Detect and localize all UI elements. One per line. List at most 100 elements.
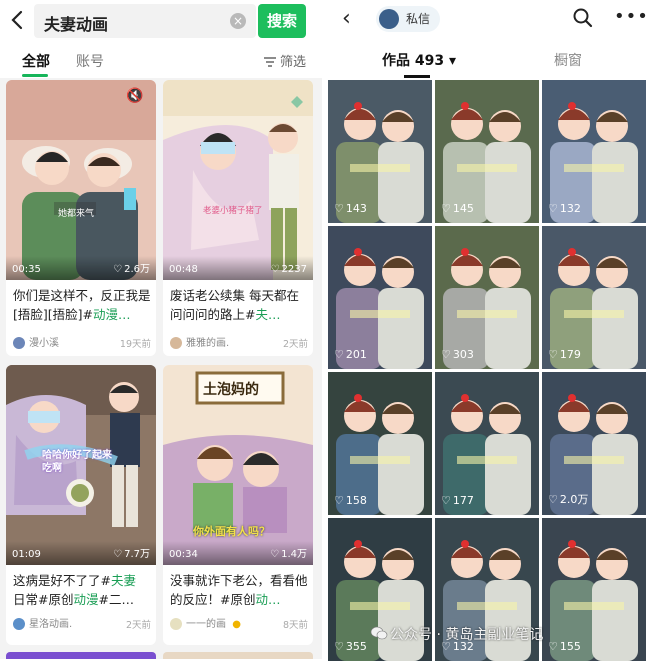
search-results-panel: 夫妻动画 × 搜索 全部 账号 筛选 她都来气 🔇 00:35 ♡ 2.6万 你…: [0, 0, 322, 659]
avatar: [379, 9, 399, 29]
work-thumbnail[interactable]: 179: [542, 226, 646, 369]
author-row: 漫小溪 19天前: [13, 334, 151, 352]
dm-label: 私信: [406, 12, 431, 26]
video-card[interactable]: 哈哈你好了起来吃啊 01:09 7.7万 这病是好不了了#夫妻日常#原创动漫#二…: [6, 365, 156, 645]
video-card[interactable]: 土泡妈的 你外面有人吗？ 00:34 1.4万 没事就诈下老公，看看他的反应！#…: [163, 365, 313, 645]
post-time: 8天前: [282, 620, 308, 631]
tab-works[interactable]: 作品 493 ▾: [382, 50, 456, 70]
video-card[interactable]: 老婆小猪子猪了 00:48 2237 废话老公续集 每天都在问问问的路上#夫… …: [163, 80, 313, 356]
avatar: [170, 618, 182, 630]
next-card-peek: [163, 652, 313, 659]
video-title: 没事就诈下老公，看看他的反应！#原创动…: [170, 571, 308, 609]
author-row: 一一的画 ● 8天前: [170, 615, 308, 633]
video-title: 废话老公续集 每天都在问问问的路上#夫…: [170, 286, 308, 324]
title-hashtag[interactable]: 夫…: [255, 307, 280, 322]
thumbnail-meta: 00:34 1.4万: [163, 541, 313, 565]
like-count: 2237: [271, 264, 307, 275]
verified-icon: ●: [232, 619, 241, 630]
play-count: 132: [548, 202, 581, 215]
work-thumbnail[interactable]: 145: [435, 80, 539, 223]
next-card-peek: [6, 652, 156, 659]
like-count: 7.7万: [113, 545, 150, 560]
video-thumbnail: [6, 80, 156, 280]
author-row: 雅雅的画. 2天前: [170, 334, 308, 352]
avatar: [170, 337, 182, 349]
video-duration: 00:34: [169, 549, 198, 560]
active-tab-indicator: [404, 75, 430, 78]
title-text: #二…: [98, 592, 134, 607]
author-row: 星洛动画. 2天前: [13, 615, 151, 633]
title-hashtag[interactable]: 动…: [255, 592, 280, 607]
play-count: 355: [334, 640, 367, 653]
work-thumbnail[interactable]: 158: [328, 372, 432, 515]
work-thumbnail[interactable]: 155: [542, 518, 646, 661]
thumbnail-meta: 00:35 2.6万: [6, 256, 156, 280]
wechat-icon: [370, 626, 388, 640]
avatar: [13, 618, 25, 630]
play-count: 143: [334, 202, 367, 215]
work-thumbnail[interactable]: 303: [435, 226, 539, 369]
play-count: 303: [441, 348, 474, 361]
author-name[interactable]: 一一的画: [186, 619, 226, 630]
search-icon[interactable]: [572, 7, 594, 29]
back-icon[interactable]: ‹: [342, 6, 351, 31]
thumbnail-meta: 01:09 7.7万: [6, 541, 156, 565]
video-title: 这病是好不了了#夫妻日常#原创动漫#二…: [13, 571, 151, 609]
post-time: 2天前: [125, 620, 151, 631]
play-count: 201: [334, 348, 367, 361]
video-thumbnail: [163, 80, 313, 280]
banner-text: 土泡妈的: [203, 382, 259, 398]
title-hashtag[interactable]: 动漫: [73, 592, 98, 607]
work-thumbnail[interactable]: 143: [328, 80, 432, 223]
work-thumbnail[interactable]: 177: [435, 372, 539, 515]
search-button[interactable]: 搜索: [258, 4, 306, 38]
tab-all[interactable]: 全部: [22, 51, 50, 71]
title-text: 日常#原创: [13, 592, 74, 607]
profile-header: ‹ 私信 •••: [328, 0, 647, 42]
title-text: 没事就诈下老公，看看他的反应！#原创: [170, 573, 308, 607]
play-count: 179: [548, 348, 581, 361]
search-input[interactable]: 夫妻动画 ×: [34, 4, 256, 38]
video-card[interactable]: 她都来气 🔇 00:35 2.6万 你们是这样不，反正我是[捂脸][捂脸]#动漫…: [6, 80, 156, 356]
watermark: 公众号 · 黄岛主副业笔记: [390, 627, 544, 643]
back-icon[interactable]: [8, 8, 28, 32]
search-bar: 夫妻动画 × 搜索: [0, 0, 322, 44]
play-count: 2.0万: [548, 491, 589, 507]
thumbnail-meta: 00:48 2237: [163, 256, 313, 280]
play-count: 177: [441, 494, 474, 507]
post-time: 19天前: [119, 339, 151, 350]
work-thumbnail[interactable]: 2.0万: [542, 372, 646, 515]
tab-shop[interactable]: 橱窗: [554, 50, 582, 70]
filter-icon: [263, 57, 276, 67]
filter-label: 筛选: [279, 55, 306, 70]
profile-panel: ‹ 私信 ••• 作品 493 ▾ 橱窗 143 145 132 201 303 179 1…: [328, 0, 647, 661]
work-thumbnail[interactable]: 132: [542, 80, 646, 223]
author-name[interactable]: 雅雅的画.: [186, 338, 229, 349]
like-count: 2.6万: [113, 260, 150, 275]
post-time: 2天前: [282, 339, 308, 350]
work-thumbnail[interactable]: 201: [328, 226, 432, 369]
overlay-caption: 你外面有人吗？: [193, 525, 270, 538]
direct-message-button[interactable]: 私信: [376, 6, 441, 32]
author-name[interactable]: 星洛动画.: [29, 619, 72, 630]
filter-button[interactable]: 筛选: [263, 51, 306, 70]
result-tabs: 全部 账号 筛选: [0, 44, 322, 78]
title-text: 这病是好不了了#: [13, 573, 111, 588]
play-count: 158: [334, 494, 367, 507]
clear-icon[interactable]: ×: [230, 13, 246, 29]
profile-tabs: 作品 493 ▾ 橱窗: [328, 42, 647, 78]
play-count: 155: [548, 640, 581, 653]
video-duration: 00:35: [12, 264, 41, 275]
mute-icon[interactable]: 🔇: [126, 88, 148, 108]
video-duration: 01:09: [12, 549, 41, 560]
overlay-caption: 老婆小猪子猪了: [203, 206, 263, 216]
title-hashtag[interactable]: 动漫…: [93, 307, 131, 322]
play-count: 145: [441, 202, 474, 215]
like-count: 1.4万: [270, 545, 307, 560]
active-tab-indicator: [22, 74, 48, 77]
search-query: 夫妻动画: [44, 15, 109, 34]
tab-accounts[interactable]: 账号: [76, 51, 104, 71]
title-hashtag[interactable]: 夫妻: [111, 573, 136, 588]
author-name[interactable]: 漫小溪: [29, 338, 59, 349]
more-icon[interactable]: •••: [614, 6, 647, 27]
